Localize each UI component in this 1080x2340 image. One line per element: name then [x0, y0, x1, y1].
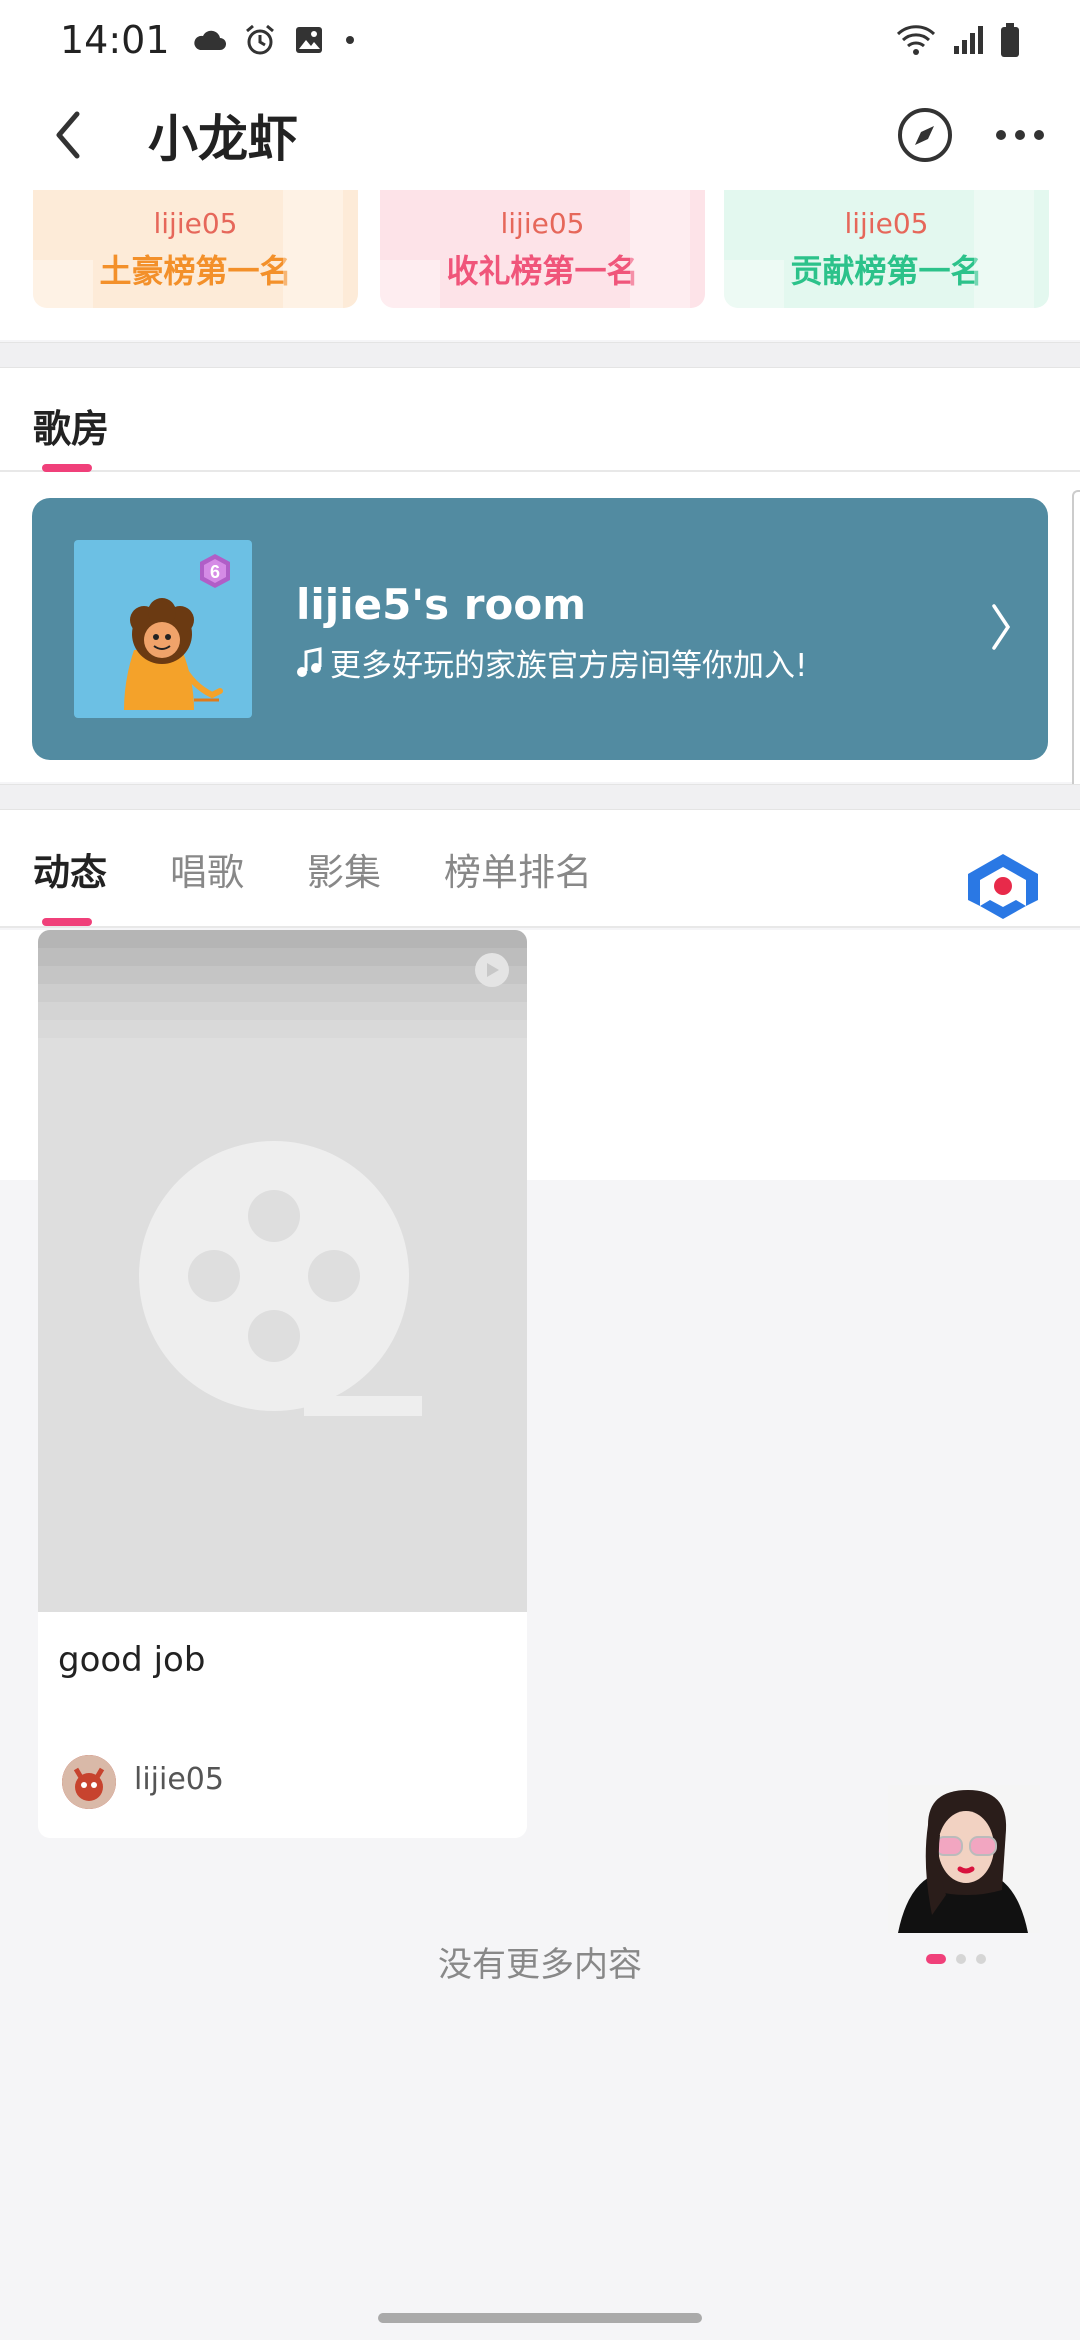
chevron-left-icon: [56, 111, 80, 159]
tab-album[interactable]: 影集: [307, 842, 381, 896]
tab-underline: [42, 918, 92, 926]
room-level-badge: 6: [210, 562, 220, 582]
rank-card-contribution[interactable]: lijie05 贡献榜第一名: [724, 190, 1049, 308]
chevron-right-icon: [992, 604, 1011, 650]
post-video-thumbnail: [38, 930, 527, 1612]
music-note-icon: [297, 646, 322, 677]
feed-end-text: 没有更多内容: [438, 1945, 642, 1985]
room-banner[interactable]: 6 lijie5's room 更多好玩的家族官方房间等你加入!: [32, 498, 1048, 760]
room-description-text: 更多好玩的家族官方房间等你加入!: [330, 648, 808, 684]
section-divider: [0, 342, 1080, 368]
avatar[interactable]: [62, 1755, 116, 1809]
wifi-icon: [896, 25, 936, 55]
rank-card-name: lijie05: [500, 206, 585, 240]
section-divider: [0, 784, 1080, 810]
status-bar: 14:01: [0, 0, 1080, 80]
battery-icon: [1001, 23, 1019, 57]
rank-cards: lijie05 土豪榜第一名 lijie05 收礼榜第一名 lijie05 贡献…: [0, 190, 1080, 340]
room-name: lijie5's room: [296, 580, 586, 629]
page-title: 小龙虾: [148, 110, 298, 168]
section-underline: [42, 464, 92, 472]
post-card[interactable]: good job lijie05: [38, 930, 527, 1838]
ad-portrait-image: [888, 1785, 1040, 1933]
room-cover-image: 6: [74, 540, 252, 718]
tab-sing[interactable]: 唱歌: [170, 842, 244, 896]
film-reel-icon: [139, 1141, 422, 1416]
post-username[interactable]: lijie05: [134, 1762, 224, 1797]
more-icon[interactable]: [994, 128, 1046, 142]
rank-card-tuhao[interactable]: lijie05 土豪榜第一名: [33, 190, 358, 308]
compass-icon[interactable]: [896, 106, 954, 164]
home-indicator[interactable]: [378, 2313, 702, 2323]
rank-card-name: lijie05: [153, 206, 238, 240]
scroll-edge-handle[interactable]: [1072, 490, 1080, 815]
rank-card-title: 土豪榜第一名: [99, 251, 292, 290]
rank-card-gift[interactable]: lijie05 收礼榜第一名: [380, 190, 705, 308]
tab-dynamic[interactable]: 动态: [33, 842, 107, 896]
room-section-label: 歌房: [33, 407, 110, 451]
back-button[interactable]: [36, 103, 100, 167]
status-notification-icons: [192, 24, 358, 56]
status-time: 14:01: [60, 18, 170, 62]
room-section: 歌房 6 lijie5's room 更多好玩的家族官方房间等你加入!: [0, 368, 1080, 782]
rank-card-title: 收礼榜第一名: [446, 251, 639, 290]
dot-icon: [345, 36, 354, 44]
alarm-icon: [245, 24, 274, 55]
status-system-icons: [896, 23, 1020, 57]
room-section-header: 歌房: [0, 368, 1080, 472]
signal-icon: [954, 26, 983, 54]
floating-ad-banner[interactable]: [888, 1785, 1040, 1933]
tab-ranking[interactable]: 榜单排名: [444, 842, 592, 896]
rank-card-title: 贡献榜第一名: [790, 251, 983, 290]
capture-float-icon[interactable]: [960, 848, 1046, 926]
post-caption: good job: [58, 1640, 206, 1680]
room-description: 更多好玩的家族官方房间等你加入!: [296, 640, 807, 685]
rank-card-name: lijie05: [844, 206, 929, 240]
image-icon: [295, 27, 322, 53]
video-indicator-icon: [475, 953, 509, 987]
content-tabs: 动态 唱歌 影集 榜单排名: [0, 810, 1080, 928]
app-header: 小龙虾: [0, 80, 1080, 190]
cloud-icon: [193, 30, 226, 50]
room-cover-illustration: 6: [124, 554, 230, 710]
